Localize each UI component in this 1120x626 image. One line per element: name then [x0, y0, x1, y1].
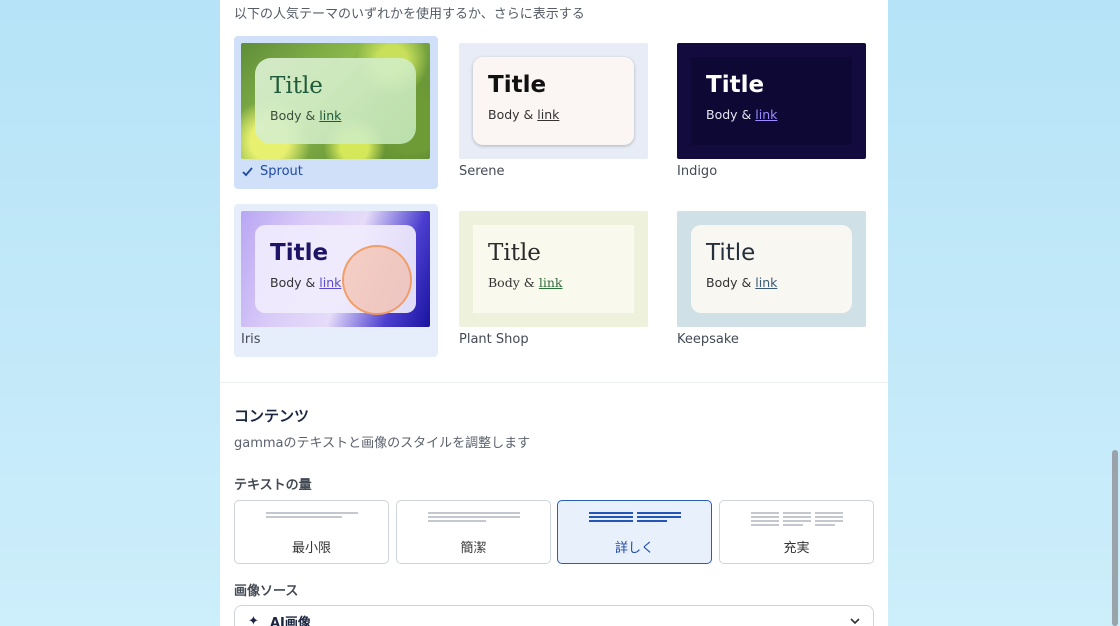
theme-card-body: Body & link [706, 107, 778, 123]
text-amount-option-label: 簡潔 [460, 541, 487, 556]
theme-name-serene: Serene [459, 164, 505, 179]
theme-card-body: Body & link [270, 108, 342, 124]
theme-card-title: Title [706, 72, 765, 98]
themes-intro-text: 以下の人気テーマのいずれかを使用するか、さらに表示する [234, 7, 585, 22]
chevron-down-icon [850, 618, 860, 625]
theme-card-title: Title [706, 240, 756, 266]
theme-option-keepsake[interactable]: Title Body & link Keepsake [670, 204, 874, 357]
section-divider [220, 382, 888, 383]
theme-card: Title Body & link [691, 57, 852, 145]
content-section-title: コンテンツ [234, 407, 310, 425]
theme-option-serene[interactable]: Title Body & link Serene [452, 36, 656, 189]
theme-preview-plant-shop: Title Body & link [459, 211, 648, 327]
theme-card-title: Title [488, 72, 547, 98]
theme-card-title: Title [270, 73, 323, 99]
theme-name-plant-shop: Plant Shop [459, 332, 529, 347]
theme-preview-sprout: Title Body & link [241, 43, 430, 159]
theme-card: Title Body & link [473, 57, 634, 145]
text-amount-option-label: 充実 [783, 541, 810, 556]
image-source-value: AI画像 [270, 616, 311, 626]
scrollbar-thumb[interactable] [1112, 450, 1118, 626]
theme-name-sprout: Sprout [241, 164, 303, 179]
theme-option-indigo[interactable]: Title Body & link Indigo [670, 36, 874, 189]
text-amount-option-label: 最小限 [291, 541, 331, 556]
text-amount-minimal-button[interactable]: 最小限 [234, 500, 389, 564]
theme-card: Title Body & link [255, 58, 416, 144]
scrollbar[interactable] [1110, 0, 1120, 626]
text-amount-label: テキストの量 [234, 478, 312, 493]
theme-preview-serene: Title Body & link [459, 43, 648, 159]
sparkle-icon: ✦ [248, 614, 259, 626]
text-detailed-icon [558, 512, 711, 524]
text-amount-detailed-button[interactable]: 詳しく [557, 500, 712, 564]
text-concise-icon [397, 512, 550, 524]
text-amount-extensive-button[interactable]: 充実 [719, 500, 874, 564]
theme-option-sprout[interactable]: Title Body & link Sprout [234, 36, 438, 189]
content-section-description: gammaのテキストと画像のスタイルを調整します [234, 436, 531, 451]
checkmark-icon [242, 167, 253, 177]
text-extensive-icon [720, 512, 873, 528]
theme-card: Title Body & link [473, 225, 634, 313]
cursor-indicator [342, 245, 412, 315]
theme-card-body: Body & link [488, 275, 563, 291]
theme-card-title: Title [488, 240, 541, 266]
theme-option-plant-shop[interactable]: Title Body & link Plant Shop [452, 204, 656, 357]
theme-name-indigo: Indigo [677, 164, 718, 179]
text-minimal-icon [235, 512, 388, 520]
theme-preview-indigo: Title Body & link [677, 43, 866, 159]
theme-card-body: Body & link [488, 107, 560, 123]
image-source-label: 画像ソース [234, 584, 299, 599]
theme-preview-keepsake: Title Body & link [677, 211, 866, 327]
theme-name-keepsake: Keepsake [677, 332, 739, 347]
theme-card: Title Body & link [691, 225, 852, 313]
text-amount-concise-button[interactable]: 簡潔 [396, 500, 551, 564]
theme-settings-panel: 以下の人気テーマのいずれかを使用するか、さらに表示する Title Body &… [220, 0, 888, 626]
theme-card-body: Body & link [706, 275, 778, 291]
image-source-select[interactable]: ✦ AI画像 [234, 605, 874, 626]
text-amount-option-label: 詳しく [614, 541, 654, 556]
theme-name-iris: Iris [241, 332, 261, 347]
